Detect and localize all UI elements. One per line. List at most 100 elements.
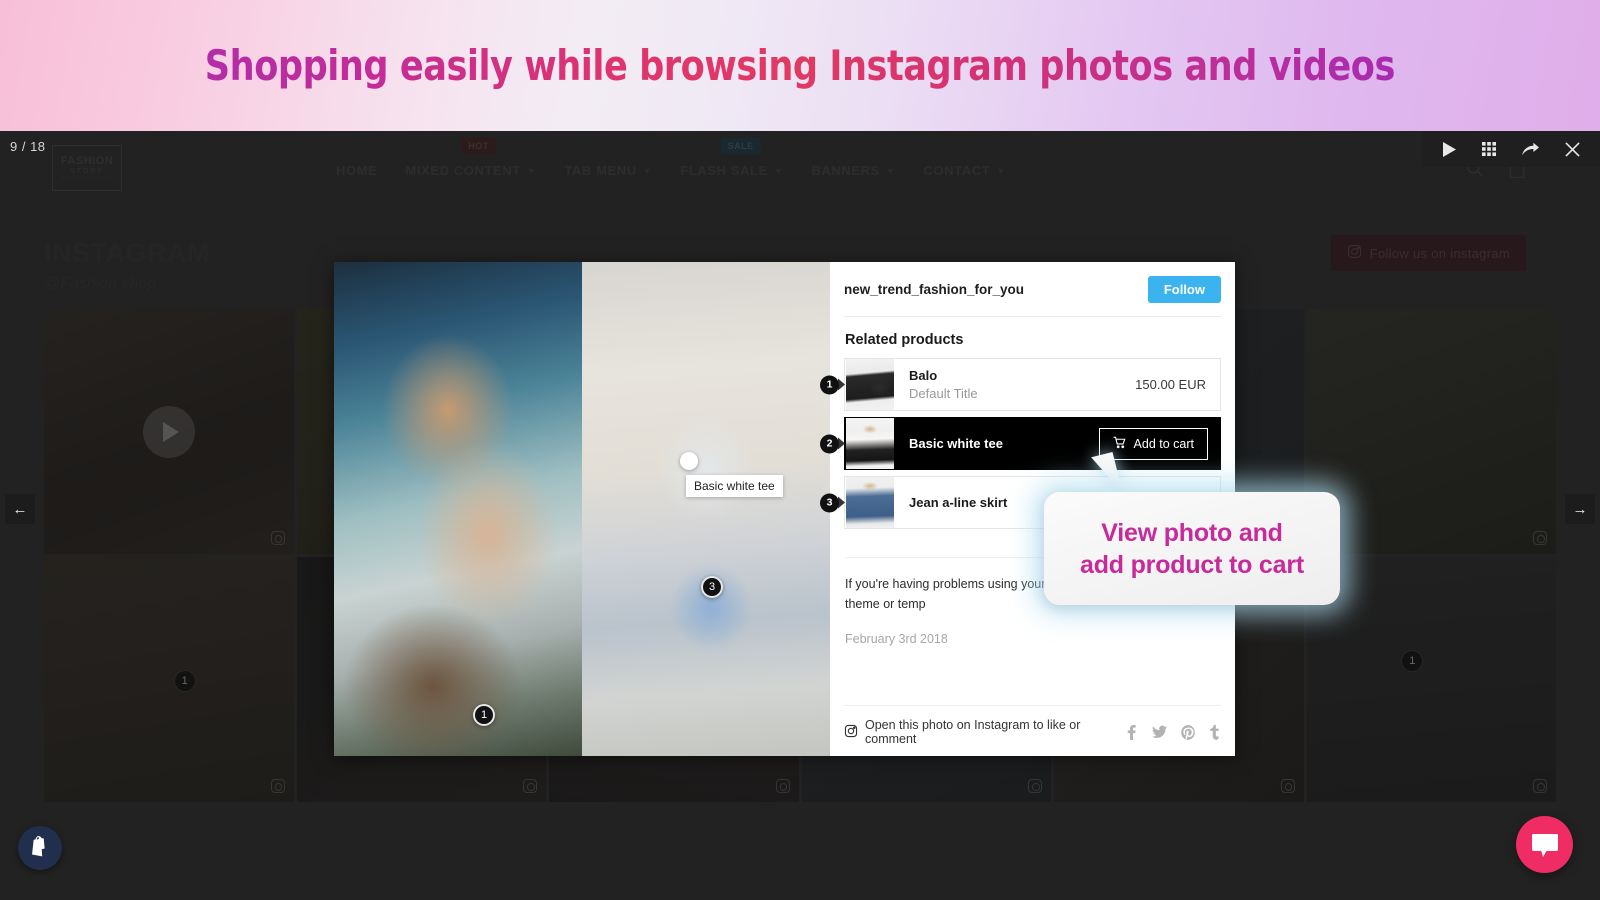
shopify-bag-icon	[32, 835, 45, 856]
related-products-heading: Related products	[845, 332, 964, 348]
arrow-left-icon: ←	[12, 500, 28, 518]
previous-photo-preview[interactable]: 1	[334, 262, 582, 756]
social-share-icons	[1125, 724, 1221, 740]
product-thumbnail	[846, 359, 894, 410]
nav-label: MIXED CONTENT	[405, 163, 521, 178]
open-on-instagram-label: Open this photo on Instagram to like or …	[865, 718, 1081, 746]
photo-image	[334, 262, 582, 756]
product-tag-marker[interactable]: 1	[473, 704, 495, 726]
add-to-cart-label: Add to cart	[1133, 436, 1194, 451]
chevron-down-icon: ▼	[773, 165, 784, 176]
product-row-marker: 1	[820, 375, 839, 394]
follow-button[interactable]: Follow	[1147, 276, 1221, 303]
panel-header: new_trend_fashion_for_you Follow	[844, 262, 1221, 317]
nav-item-contact[interactable]: CONTACT ▼	[921, 159, 1007, 182]
lightbox-counter: 9 / 18	[10, 139, 46, 154]
instagram-badge-icon	[1533, 531, 1547, 545]
lightbox-controls	[1422, 131, 1600, 167]
nav-badge-hot: HOT	[461, 138, 496, 154]
screen: Shopping easily while browsing Instagram…	[0, 0, 1600, 900]
chat-bubble-icon	[1531, 833, 1558, 857]
product-dot-label: Basic white tee	[686, 475, 783, 497]
follow-button-label: Follow us on instagram	[1369, 245, 1510, 261]
product-info: Basic white tee	[895, 435, 1099, 453]
instagram-photo-cell[interactable]	[1306, 309, 1556, 554]
facebook-icon[interactable]	[1125, 724, 1138, 740]
product-tag-marker[interactable]: 1	[1401, 650, 1424, 673]
nav-label: FLASH SALE	[680, 163, 768, 178]
nav-label: CONTACT	[923, 163, 991, 178]
twitter-icon[interactable]	[1152, 725, 1167, 739]
instagram-photo-cell[interactable]	[44, 309, 294, 554]
product-thumbnail	[846, 418, 894, 469]
instagram-badge-icon	[1280, 779, 1295, 793]
chat-button[interactable]	[1516, 816, 1573, 873]
site-header: FASHION STORE ONLINE SHOPPING HOME HOT M…	[0, 131, 1600, 221]
chevron-down-icon: ▼	[996, 165, 1006, 176]
product-price: 150.00 EUR	[1135, 377, 1206, 392]
pinterest-icon[interactable]	[1181, 724, 1196, 740]
instagram-badge-icon	[523, 779, 537, 793]
product-variant: Default Title	[909, 385, 978, 401]
instagram-username: new_trend_fashion_for_you	[844, 282, 1025, 297]
product-row-marker: 3	[820, 493, 839, 512]
instagram-handle: @Fashion shop	[44, 275, 157, 292]
promo-headline: Shopping easily while browsing Instagram…	[204, 41, 1396, 90]
callout-line-1: View photo and	[1101, 518, 1283, 547]
callout-line-2: add product to cart	[1080, 550, 1304, 579]
instagram-badge-icon	[1028, 779, 1042, 793]
chevron-down-icon: ▼	[526, 165, 537, 176]
play-icon	[142, 405, 195, 458]
main-navigation: HOME HOT MIXED CONTENT ▼ TAB MENU ▼ SALE…	[334, 138, 1008, 182]
product-row[interactable]: 1 Balo Default Title 150.00 EUR	[820, 358, 1221, 411]
nav-item-mixed-content[interactable]: HOT MIXED CONTENT ▼	[403, 138, 538, 182]
product-row-marker: 2	[820, 434, 839, 453]
tumblr-icon[interactable]	[1210, 724, 1221, 740]
site-logo[interactable]: FASHION STORE ONLINE SHOPPING	[52, 145, 122, 191]
photo-image	[582, 262, 830, 756]
instagram-badge-icon	[270, 779, 285, 793]
product-tag-marker[interactable]: 1	[173, 669, 196, 692]
nav-item-banners[interactable]: BANNERS ▼	[809, 159, 897, 182]
product-info: Balo Default Title	[895, 367, 1135, 402]
nav-label: BANNERS	[811, 163, 880, 178]
instagram-badge-icon	[775, 779, 790, 793]
instagram-heading: INSTAGRAM	[44, 238, 210, 268]
instagram-icon	[1347, 244, 1362, 262]
callout-text: View photo and add product to cart	[1080, 517, 1304, 581]
arrow-right-icon: →	[1572, 500, 1588, 518]
instagram-photo-cell[interactable]: 1	[1306, 557, 1556, 802]
nav-label: TAB MENU	[564, 163, 637, 178]
share-icon[interactable]	[1522, 142, 1539, 157]
open-on-instagram-link[interactable]: Open this photo on Instagram to like or …	[844, 718, 1125, 746]
instagram-badge-icon	[270, 531, 285, 545]
product-dot-marker[interactable]	[680, 452, 698, 470]
nav-label: HOME	[336, 163, 378, 178]
product-tag-marker[interactable]: 3	[701, 576, 723, 598]
current-photo[interactable]: Basic white tee 3	[582, 262, 830, 756]
add-to-cart-button[interactable]: Add to cart	[1098, 427, 1208, 460]
follow-us-on-instagram-button[interactable]: Follow us on instagram	[1330, 235, 1526, 271]
instruction-callout: View photo and add product to cart	[1044, 492, 1340, 605]
chevron-down-icon: ▼	[642, 165, 653, 176]
promo-banner: Shopping easily while browsing Instagram…	[0, 0, 1600, 131]
next-photo-button[interactable]: →	[1565, 494, 1595, 524]
nav-item-home[interactable]: HOME	[334, 159, 379, 182]
cart-icon	[1113, 436, 1126, 452]
grid-icon[interactable]	[1482, 142, 1496, 156]
play-icon[interactable]	[1442, 141, 1456, 157]
nav-item-flash-sale[interactable]: SALE FLASH SALE ▼	[678, 138, 785, 182]
nav-item-tab-menu[interactable]: TAB MENU ▼	[562, 159, 654, 182]
product-row-selected[interactable]: 2 Basic white tee Add to cart	[820, 417, 1221, 470]
close-icon[interactable]	[1565, 141, 1580, 157]
logo-main-text: FASHION	[60, 155, 114, 168]
instagram-badge-icon	[1533, 779, 1547, 793]
product-title: Balo	[909, 367, 938, 383]
instagram-photo-cell[interactable]: 1	[44, 557, 294, 802]
previous-photo-button[interactable]: ←	[5, 494, 35, 524]
product-title: Basic white tee	[909, 435, 1003, 451]
nav-badge-sale: SALE	[720, 138, 761, 154]
chevron-down-icon: ▼	[885, 165, 896, 176]
shopify-badge[interactable]	[18, 826, 62, 870]
instagram-icon	[844, 724, 858, 741]
